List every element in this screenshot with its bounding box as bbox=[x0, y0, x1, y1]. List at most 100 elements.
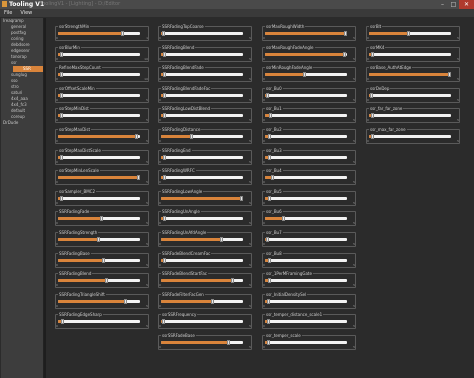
slider-track[interactable] bbox=[265, 31, 348, 36]
slider-handle[interactable] bbox=[407, 31, 411, 36]
slider-handle[interactable] bbox=[163, 216, 167, 222]
slider-handle[interactable] bbox=[268, 134, 272, 139]
slider-track[interactable] bbox=[265, 340, 347, 345]
slider-handle[interactable] bbox=[267, 298, 271, 304]
slider-track[interactable] bbox=[58, 113, 140, 119]
slider-handle[interactable] bbox=[189, 134, 193, 139]
slider-track[interactable] bbox=[58, 154, 140, 160]
slider-handle[interactable] bbox=[163, 72, 167, 78]
slider-track[interactable] bbox=[58, 51, 140, 57]
slider-track[interactable] bbox=[265, 195, 347, 201]
slider-handle[interactable] bbox=[60, 51, 64, 57]
slider-track[interactable] bbox=[161, 195, 243, 201]
slider-handle[interactable] bbox=[268, 195, 272, 201]
slider-track[interactable] bbox=[265, 92, 347, 98]
slider-track[interactable] bbox=[265, 237, 347, 242]
slider-track[interactable] bbox=[265, 175, 347, 181]
slider-handle[interactable] bbox=[60, 154, 64, 160]
maximize-icon[interactable]: □ bbox=[448, 0, 459, 9]
slider-handle[interactable] bbox=[60, 195, 64, 201]
slider-track[interactable] bbox=[161, 278, 243, 284]
menu-file[interactable]: File bbox=[0, 9, 16, 17]
slider-handle[interactable] bbox=[371, 51, 375, 57]
slider-handle[interactable] bbox=[371, 134, 375, 139]
slider-handle[interactable] bbox=[97, 237, 101, 242]
slider-handle[interactable] bbox=[136, 175, 140, 181]
slider-track[interactable] bbox=[369, 72, 451, 78]
slider-track[interactable] bbox=[161, 72, 243, 78]
minimize-icon[interactable]: – bbox=[437, 0, 448, 9]
slider-track[interactable] bbox=[161, 175, 243, 181]
slider-handle[interactable] bbox=[268, 278, 272, 284]
slider-track[interactable] bbox=[161, 340, 243, 345]
slider-handle[interactable] bbox=[270, 175, 274, 181]
slider-handle[interactable] bbox=[60, 113, 64, 119]
slider-handle[interactable] bbox=[268, 257, 272, 263]
slider-track[interactable] bbox=[58, 195, 140, 201]
slider-handle[interactable] bbox=[163, 51, 167, 57]
slider-track[interactable] bbox=[58, 298, 140, 304]
slider-handle[interactable] bbox=[162, 31, 166, 36]
slider-handle[interactable] bbox=[230, 278, 234, 284]
close-icon[interactable]: ✕ bbox=[459, 0, 474, 9]
slider-track[interactable] bbox=[161, 319, 243, 325]
slider-track[interactable] bbox=[265, 51, 347, 57]
slider-track[interactable] bbox=[161, 134, 243, 139]
slider-handle[interactable] bbox=[227, 340, 231, 345]
slider-track[interactable] bbox=[58, 72, 140, 78]
slider-handle[interactable] bbox=[60, 72, 64, 78]
slider-track[interactable] bbox=[58, 31, 140, 36]
slider-track[interactable] bbox=[265, 216, 347, 222]
slider-track[interactable] bbox=[265, 298, 347, 304]
slider-track[interactable] bbox=[265, 72, 347, 78]
slider-track[interactable] bbox=[58, 237, 140, 242]
slider-track[interactable] bbox=[161, 298, 243, 304]
slider-handle[interactable] bbox=[265, 92, 269, 98]
splitter[interactable] bbox=[44, 18, 46, 378]
slider-track[interactable] bbox=[58, 175, 140, 181]
slider-track[interactable] bbox=[265, 134, 347, 139]
menu-view[interactable]: View bbox=[16, 9, 36, 17]
slider-handle[interactable] bbox=[344, 31, 348, 36]
slider-handle[interactable] bbox=[99, 216, 103, 222]
slider-track[interactable] bbox=[58, 92, 140, 98]
slider-handle[interactable] bbox=[267, 340, 271, 345]
slider-handle[interactable] bbox=[371, 113, 375, 119]
slider-handle[interactable] bbox=[447, 72, 451, 78]
slider-track[interactable] bbox=[161, 257, 243, 263]
slider-handle[interactable] bbox=[219, 237, 223, 242]
slider-handle[interactable] bbox=[134, 134, 138, 139]
slider-track[interactable] bbox=[161, 154, 243, 160]
slider-handle[interactable] bbox=[342, 51, 346, 57]
slider-handle[interactable] bbox=[210, 298, 214, 304]
slider-handle[interactable] bbox=[282, 216, 286, 222]
slider-handle[interactable] bbox=[239, 195, 243, 201]
slider-track[interactable] bbox=[265, 154, 347, 160]
slider-handle[interactable] bbox=[163, 113, 167, 119]
slider-handle[interactable] bbox=[124, 298, 128, 304]
slider-track[interactable] bbox=[58, 216, 140, 222]
slider-handle[interactable] bbox=[163, 154, 167, 160]
slider-handle[interactable] bbox=[163, 92, 167, 98]
slider-handle[interactable] bbox=[162, 319, 166, 325]
slider-track[interactable] bbox=[265, 113, 347, 119]
slider-handle[interactable] bbox=[163, 175, 167, 181]
slider-track[interactable] bbox=[161, 113, 243, 119]
slider-handle[interactable] bbox=[268, 113, 272, 119]
slider-track[interactable] bbox=[265, 319, 347, 325]
slider-handle[interactable] bbox=[102, 257, 106, 263]
slider-handle[interactable] bbox=[265, 237, 269, 242]
slider-handle[interactable] bbox=[303, 72, 307, 78]
slider-track[interactable] bbox=[265, 278, 347, 284]
slider-track[interactable] bbox=[161, 237, 243, 242]
slider-track[interactable] bbox=[161, 92, 243, 98]
slider-track[interactable] bbox=[58, 257, 140, 263]
slider-track[interactable] bbox=[161, 51, 243, 57]
slider-track[interactable] bbox=[161, 216, 243, 222]
slider-handle[interactable] bbox=[61, 319, 65, 325]
slider-handle[interactable] bbox=[120, 31, 124, 36]
slider-track[interactable] bbox=[369, 51, 451, 57]
slider-track[interactable] bbox=[369, 31, 451, 36]
slider-handle[interactable] bbox=[163, 257, 167, 263]
slider-track[interactable] bbox=[369, 134, 451, 139]
